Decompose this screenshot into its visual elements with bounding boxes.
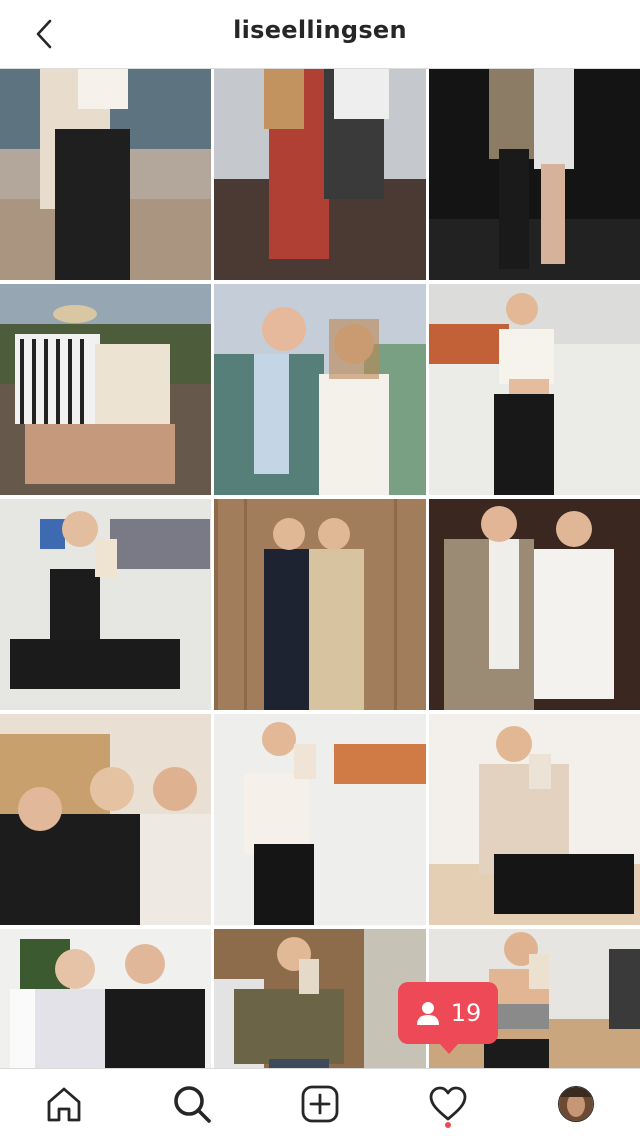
photo-tile[interactable]: [214, 929, 426, 1068]
follower-notification-badge[interactable]: 19: [398, 982, 498, 1054]
photo-tile[interactable]: [0, 284, 211, 495]
search-icon: [174, 1085, 211, 1123]
photo-tile[interactable]: [0, 69, 211, 280]
plus-square-icon: [301, 1085, 339, 1122]
photo-tile[interactable]: [214, 499, 426, 710]
nav-home[interactable]: [34, 1074, 94, 1134]
photo-tile[interactable]: [214, 714, 426, 925]
activity-indicator-dot: [445, 1121, 451, 1128]
heart-icon: [429, 1086, 467, 1120]
nav-new-post[interactable]: [290, 1074, 350, 1134]
photo-tile[interactable]: [0, 499, 211, 710]
top-bar: liseellingsen: [0, 0, 640, 69]
bottom-navigation: [0, 1068, 640, 1138]
photo-tile[interactable]: [429, 714, 640, 925]
photo-tile[interactable]: [214, 284, 426, 495]
photo-tile[interactable]: [429, 284, 640, 495]
notification-count: 19: [450, 999, 482, 1027]
photo-tile[interactable]: [429, 69, 640, 280]
person-icon: [416, 1002, 439, 1025]
profile-avatar-icon: [558, 1085, 594, 1122]
home-icon: [47, 1087, 81, 1121]
photo-tile[interactable]: [0, 929, 211, 1068]
photo-grid: [0, 69, 640, 1068]
photo-tile[interactable]: [429, 499, 640, 710]
photo-tile[interactable]: [0, 714, 211, 925]
page-title: liseellingsen: [233, 16, 407, 44]
photo-tile[interactable]: [214, 69, 426, 280]
nav-profile[interactable]: [546, 1074, 606, 1134]
nav-search[interactable]: [162, 1074, 222, 1134]
nav-activity[interactable]: [418, 1074, 478, 1134]
